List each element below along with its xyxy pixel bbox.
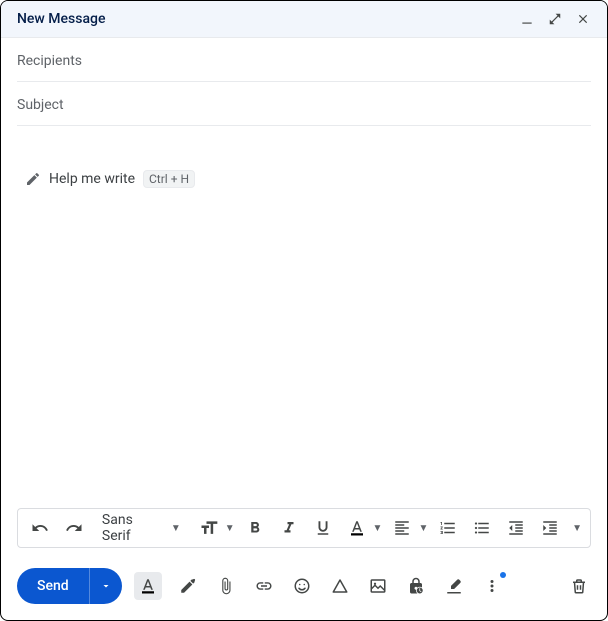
compose-body[interactable]: Help me write Ctrl + H xyxy=(1,126,607,508)
align-select[interactable]: ▼ xyxy=(388,514,428,542)
pencil-sparkle-icon xyxy=(25,171,41,187)
help-me-write-button[interactable]: Help me write Ctrl + H xyxy=(25,170,195,188)
chevron-down-icon: ▼ xyxy=(225,523,235,534)
window-header: New Message xyxy=(1,1,607,38)
pen-icon[interactable] xyxy=(176,574,200,598)
close-icon[interactable] xyxy=(575,11,591,27)
redo-button[interactable] xyxy=(60,514,88,542)
chevron-down-icon: ▼ xyxy=(171,523,181,534)
bulleted-list-button[interactable] xyxy=(468,514,496,542)
send-button-group: Send xyxy=(17,568,122,604)
numbered-list-button[interactable] xyxy=(434,514,462,542)
header-fields xyxy=(1,38,607,126)
font-family-select[interactable]: Sans Serif ▼ xyxy=(94,514,189,542)
minimize-icon[interactable] xyxy=(519,11,535,27)
undo-button[interactable] xyxy=(26,514,54,542)
fullscreen-icon[interactable] xyxy=(547,11,563,27)
insert-photo-button[interactable] xyxy=(366,574,390,598)
insert-drive-button[interactable] xyxy=(328,574,352,598)
help-me-write-shortcut: Ctrl + H xyxy=(143,170,195,188)
help-me-write-label: Help me write xyxy=(49,171,135,187)
compose-window: New Message Help me write Ctrl + xyxy=(0,0,608,621)
discard-draft-button[interactable] xyxy=(567,574,591,598)
more-formatting-select[interactable]: ▼ xyxy=(570,523,582,534)
formatting-options-button[interactable] xyxy=(134,572,162,600)
insert-link-button[interactable] xyxy=(252,574,276,598)
underline-button[interactable] xyxy=(309,514,337,542)
chevron-down-icon: ▼ xyxy=(418,523,428,534)
font-size-icon xyxy=(195,514,223,542)
indent-increase-button[interactable] xyxy=(536,514,564,542)
window-controls xyxy=(519,11,591,27)
align-icon xyxy=(388,514,416,542)
notification-dot-icon xyxy=(500,572,506,578)
indent-decrease-button[interactable] xyxy=(502,514,530,542)
send-button[interactable]: Send xyxy=(17,568,89,604)
chevron-down-icon: ▼ xyxy=(373,523,383,534)
attach-file-button[interactable] xyxy=(214,574,238,598)
bold-button[interactable] xyxy=(241,514,269,542)
send-options-button[interactable] xyxy=(89,568,122,604)
formatting-toolbar: Sans Serif ▼ ▼ ▼ ▼ xyxy=(17,508,591,548)
window-title: New Message xyxy=(17,11,105,27)
bottom-icons xyxy=(134,572,591,600)
bottom-bar: Send xyxy=(1,556,607,620)
text-color-select[interactable]: ▼ xyxy=(343,514,383,542)
chevron-down-icon: ▼ xyxy=(572,523,582,534)
insert-signature-button[interactable] xyxy=(442,574,466,598)
subject-input[interactable] xyxy=(17,97,591,113)
font-size-select[interactable]: ▼ xyxy=(195,514,235,542)
text-color-icon xyxy=(343,514,371,542)
more-options-button[interactable] xyxy=(480,574,504,598)
italic-button[interactable] xyxy=(275,514,303,542)
insert-emoji-button[interactable] xyxy=(290,574,314,598)
recipients-input[interactable] xyxy=(17,53,591,69)
confidential-mode-button[interactable] xyxy=(404,574,428,598)
subject-row xyxy=(17,82,591,126)
recipients-row xyxy=(17,38,591,82)
font-family-label: Sans Serif xyxy=(102,512,165,544)
